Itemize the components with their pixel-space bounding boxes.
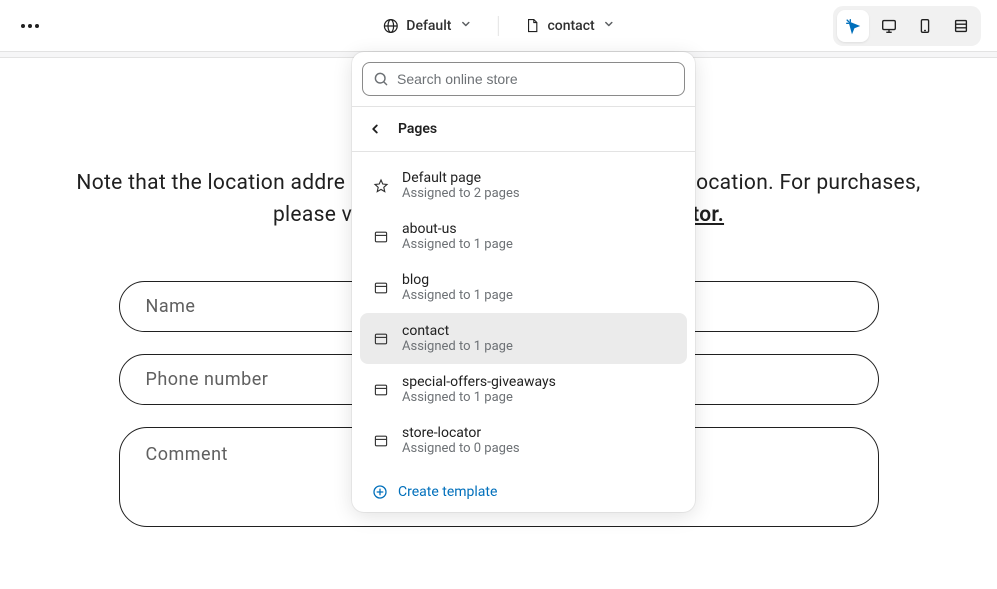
- chevron-down-icon: [459, 18, 471, 34]
- topbar: Default contact: [0, 0, 997, 52]
- template-item-default-page[interactable]: Default pageAssigned to 2 pages: [360, 160, 687, 211]
- dropdown-header-label: Pages: [398, 121, 437, 137]
- window-icon: [372, 280, 390, 296]
- desktop-view-button[interactable]: [873, 10, 905, 42]
- theme-selector[interactable]: Default: [372, 12, 481, 40]
- template-name: about-us: [402, 221, 513, 237]
- template-item-special-offers-giveaways[interactable]: special-offers-giveawaysAssigned to 1 pa…: [360, 364, 687, 415]
- mobile-view-button[interactable]: [909, 10, 941, 42]
- chevron-left-icon: [368, 122, 382, 136]
- template-subtitle: Assigned to 0 pages: [402, 441, 520, 456]
- template-item-blog[interactable]: blogAssigned to 1 page: [360, 262, 687, 313]
- page-icon: [524, 18, 539, 33]
- star-icon: [372, 178, 390, 194]
- template-item-store-locator[interactable]: store-locatorAssigned to 0 pages: [360, 415, 687, 466]
- template-subtitle: Assigned to 1 page: [402, 390, 556, 405]
- inspector-button[interactable]: [837, 10, 869, 42]
- page-selector[interactable]: contact: [514, 12, 624, 40]
- comment-placeholder: Comment: [146, 444, 228, 465]
- template-name: store-locator: [402, 425, 520, 441]
- template-name: Default page: [402, 170, 520, 186]
- template-name: blog: [402, 272, 513, 288]
- plus-circle-icon: [372, 484, 388, 500]
- globe-icon: [382, 18, 398, 34]
- chevron-down-icon: [603, 18, 615, 34]
- template-item-contact[interactable]: contactAssigned to 1 page: [360, 313, 687, 364]
- template-list: Default pageAssigned to 2 pagesabout-usA…: [352, 152, 695, 474]
- search-input[interactable]: [397, 71, 674, 87]
- template-dropdown: Pages Default pageAssigned to 2 pagesabo…: [352, 52, 695, 512]
- dropdown-header[interactable]: Pages: [352, 106, 695, 152]
- phone-placeholder: Phone number: [146, 369, 269, 390]
- template-name: contact: [402, 323, 513, 339]
- window-icon: [372, 382, 390, 398]
- divider: [497, 16, 498, 36]
- search-box[interactable]: [362, 62, 685, 96]
- theme-label: Default: [406, 18, 451, 34]
- create-template-label: Create template: [398, 484, 497, 500]
- window-icon: [372, 433, 390, 449]
- template-subtitle: Assigned to 1 page: [402, 339, 513, 354]
- intro-text-left: Note that the location addre: [76, 171, 345, 195]
- template-subtitle: Assigned to 2 pages: [402, 186, 520, 201]
- intro-link-tail[interactable]: tor.: [692, 203, 724, 227]
- create-template-button[interactable]: Create template: [352, 474, 695, 504]
- page-label: contact: [547, 18, 594, 34]
- fullscreen-view-button[interactable]: [945, 10, 977, 42]
- template-item-about-us[interactable]: about-usAssigned to 1 page: [360, 211, 687, 262]
- search-icon: [373, 71, 389, 87]
- name-placeholder: Name: [146, 296, 196, 317]
- more-menu-button[interactable]: [16, 12, 44, 40]
- template-name: special-offers-giveaways: [402, 374, 556, 390]
- device-switcher: [833, 6, 981, 46]
- window-icon: [372, 229, 390, 245]
- window-icon: [372, 331, 390, 347]
- template-subtitle: Assigned to 1 page: [402, 288, 513, 303]
- template-subtitle: Assigned to 1 page: [402, 237, 513, 252]
